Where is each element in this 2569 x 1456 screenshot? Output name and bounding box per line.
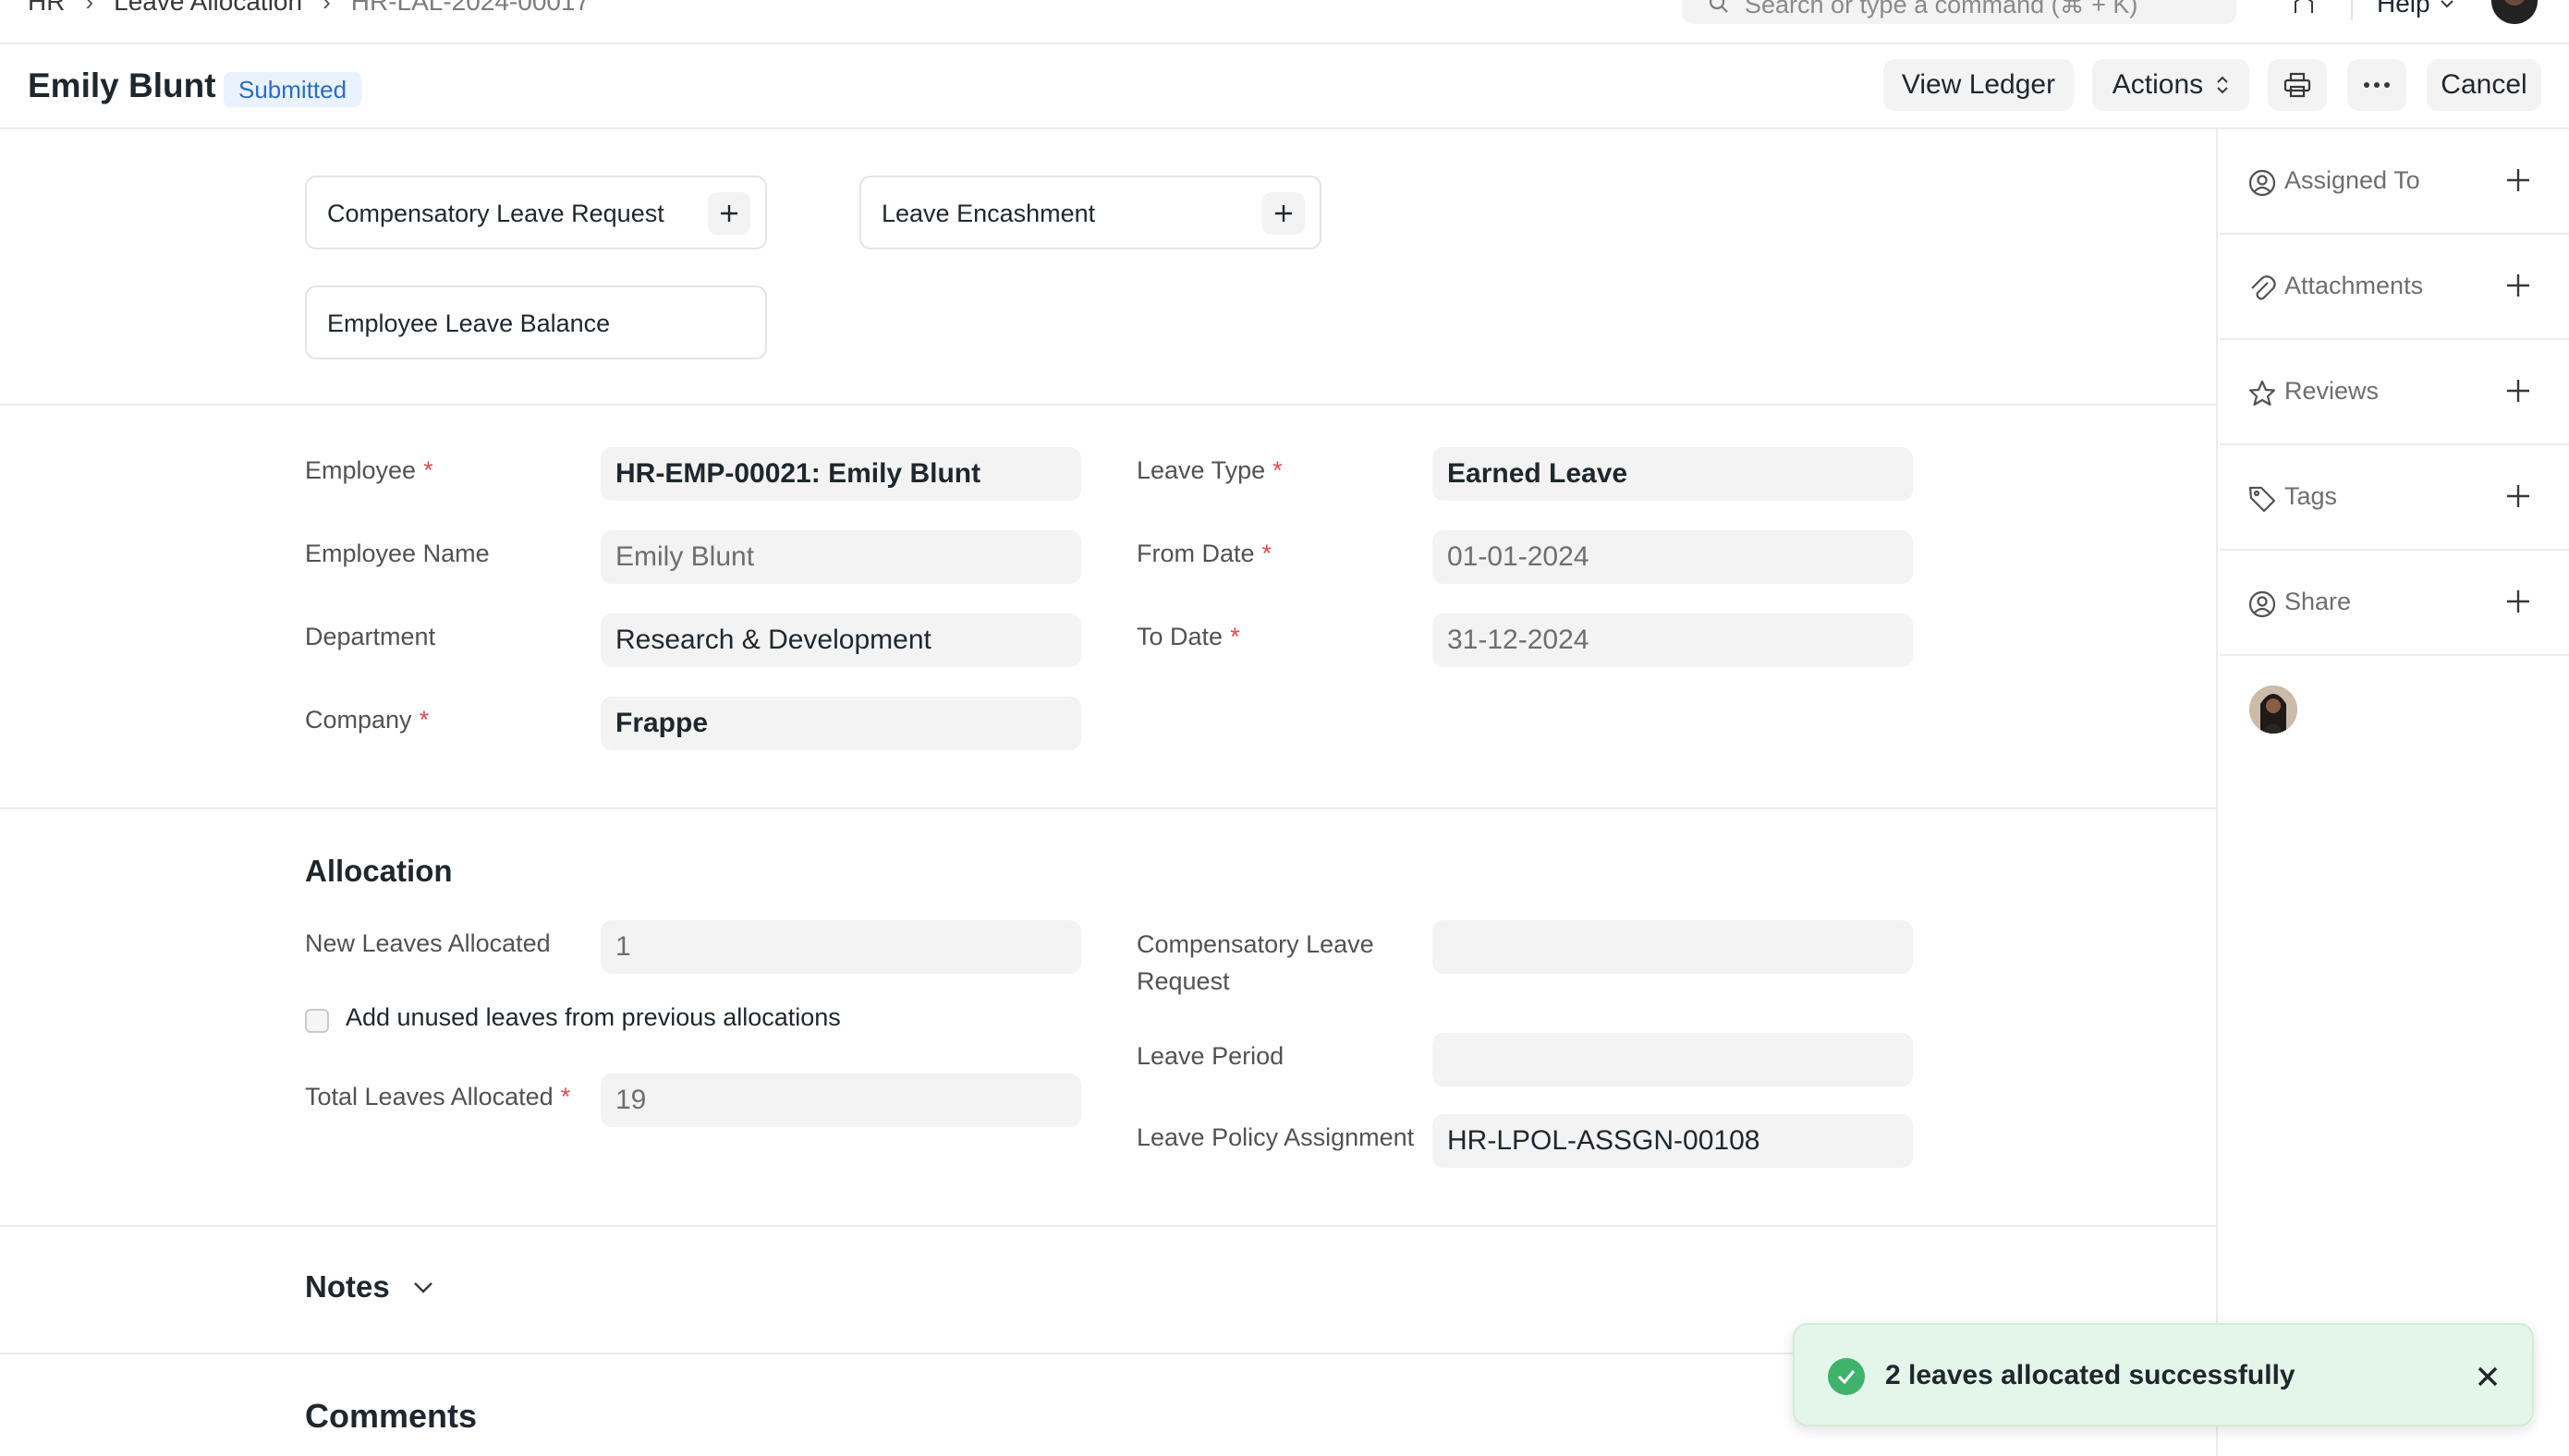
actions-label: Actions (2112, 69, 2204, 100)
to-date-label: To Date * (1137, 623, 1240, 650)
view-ledger-button[interactable]: View Ledger (1883, 59, 2074, 111)
new-leaves-label: New Leaves Allocated (305, 929, 551, 957)
breadcrumb-hr[interactable]: HR (28, 0, 65, 17)
ellipsis-icon (2364, 82, 2390, 88)
leave-period-field[interactable] (1432, 1033, 1913, 1086)
from-date-label: From Date * (1137, 540, 1272, 567)
viewer-avatar[interactable] (2249, 686, 2297, 734)
plus-icon (1275, 205, 1292, 222)
compensatory-leave-request-field[interactable] (1432, 920, 1913, 974)
form-main: Compensatory Leave Request Leave Encashm… (0, 129, 2218, 1456)
actions-button[interactable]: Actions (2092, 59, 2249, 111)
add-compensatory-leave-button[interactable] (708, 192, 750, 235)
assign-icon (2248, 169, 2276, 197)
section-divider (0, 807, 2218, 809)
add-unused-leaves-label: Add unused leaves from previous allocati… (346, 1003, 841, 1031)
plus-icon[interactable] (2504, 166, 2532, 194)
search-icon (1709, 0, 1728, 13)
leave-type-label: Leave Type * (1137, 456, 1283, 484)
chevron-right-icon: › (323, 0, 331, 16)
sidebar-label: Assigned To (2284, 166, 2420, 194)
total-leaves-label: Total Leaves Allocated * (305, 1083, 571, 1110)
compensatory-leave-request-label: Compensatory Leave Request (1137, 930, 1374, 995)
leave-type-field[interactable]: Earned Leave (1432, 447, 1913, 501)
department-label: Department (305, 623, 436, 650)
page-header: Emily Blunt Submitted View Ledger Action… (0, 44, 2569, 129)
more-options-button[interactable] (2347, 59, 2406, 111)
success-toast: 2 leaves allocated successfully (1793, 1323, 2534, 1426)
employee-field[interactable]: HR-EMP-00021: Emily Blunt (601, 447, 1081, 501)
search-bar[interactable] (1682, 0, 2236, 24)
toast-message: 2 leaves allocated successfully (1885, 1360, 2295, 1390)
section-divider (0, 404, 2218, 406)
connection-label: Compensatory Leave Request (327, 200, 664, 227)
leave-policy-assignment-label: Leave Policy Assignment (1137, 1123, 1415, 1151)
check-circle-icon (1828, 1358, 1865, 1395)
paperclip-icon (2251, 275, 2276, 300)
notes-title: Notes (305, 1269, 390, 1304)
help-menu[interactable]: Help (2377, 0, 2454, 18)
add-unused-leaves-checkbox[interactable] (305, 1009, 329, 1033)
breadcrumb-current: HR-LAL-2024-00017 (350, 0, 591, 16)
bell-icon[interactable] (2290, 0, 2318, 15)
search-input[interactable] (1745, 0, 2207, 18)
chevron-right-icon: › (85, 0, 94, 16)
status-badge: Submitted (224, 72, 362, 107)
total-leaves-field: 19 (601, 1074, 1081, 1127)
help-label: Help (2377, 0, 2430, 18)
user-avatar[interactable] (2491, 0, 2538, 24)
nav-divider (2351, 0, 2353, 20)
connection-employee-leave-balance[interactable]: Employee Leave Balance (305, 285, 767, 359)
sidebar-label: Tags (2284, 482, 2338, 510)
sidebar-reviews[interactable]: Reviews (2220, 340, 2569, 445)
employee-label: Employee * (305, 456, 433, 484)
add-leave-encashment-button[interactable] (1262, 192, 1305, 235)
company-label: Company * (305, 706, 430, 734)
plus-icon[interactable] (2504, 588, 2532, 615)
connection-leave-encashment[interactable]: Leave Encashment (859, 176, 1321, 249)
sidebar-label: Attachments (2284, 272, 2424, 299)
employee-name-field: Emily Blunt (601, 530, 1081, 584)
cancel-button[interactable]: Cancel (2427, 59, 2541, 111)
print-button[interactable] (2268, 59, 2327, 111)
sidebar-tags[interactable]: Tags (2220, 445, 2569, 551)
sidebar-assigned-to[interactable]: Assigned To (2220, 129, 2569, 235)
breadcrumb: HR › Leave Allocation › HR-LAL-2024-0001… (28, 0, 590, 17)
plus-icon[interactable] (2504, 272, 2532, 299)
tag-icon (2248, 486, 2276, 513)
notes-section-toggle[interactable]: Notes (305, 1269, 434, 1304)
company-field[interactable]: Frappe (601, 697, 1081, 750)
navbar: HR › Leave Allocation › HR-LAL-2024-0001… (0, 0, 2569, 44)
sidebar-label: Reviews (2284, 377, 2380, 405)
connection-label: Leave Encashment (882, 200, 1096, 227)
sort-arrows-icon (2217, 76, 2228, 94)
plus-icon (721, 205, 737, 222)
employee-name-label: Employee Name (305, 540, 490, 567)
sidebar-share[interactable]: Share (2220, 551, 2569, 656)
connection-compensatory-leave-request[interactable]: Compensatory Leave Request (305, 176, 767, 249)
star-icon (2248, 380, 2276, 406)
section-divider (0, 1225, 2218, 1227)
new-leaves-field[interactable]: 1 (601, 920, 1081, 974)
connection-label: Employee Leave Balance (327, 309, 611, 337)
department-field[interactable]: Research & Development (601, 613, 1081, 667)
comments-section-title: Comments (305, 1397, 478, 1435)
share-icon (2248, 590, 2276, 618)
breadcrumb-leave-allocation[interactable]: Leave Allocation (114, 0, 302, 17)
page-title: Emily Blunt (28, 67, 216, 104)
leave-policy-assignment-field[interactable]: HR-LPOL-ASSGN-00108 (1432, 1114, 1913, 1168)
chevron-down-icon (413, 1282, 432, 1293)
sidebar-label: Share (2284, 588, 2352, 615)
to-date-field[interactable]: 31-12-2024 (1432, 613, 1913, 667)
from-date-field[interactable]: 01-01-2024 (1432, 530, 1913, 584)
sidebar-attachments[interactable]: Attachments (2220, 235, 2569, 340)
printer-icon (2283, 72, 2311, 98)
plus-icon[interactable] (2504, 482, 2532, 510)
leave-period-label: Leave Period (1137, 1042, 1284, 1070)
person-avatar-icon (2249, 686, 2297, 734)
plus-icon[interactable] (2504, 377, 2532, 405)
allocation-section-title: Allocation (305, 854, 453, 888)
chevron-down-icon (2440, 0, 2453, 8)
close-icon[interactable] (2469, 1358, 2506, 1395)
